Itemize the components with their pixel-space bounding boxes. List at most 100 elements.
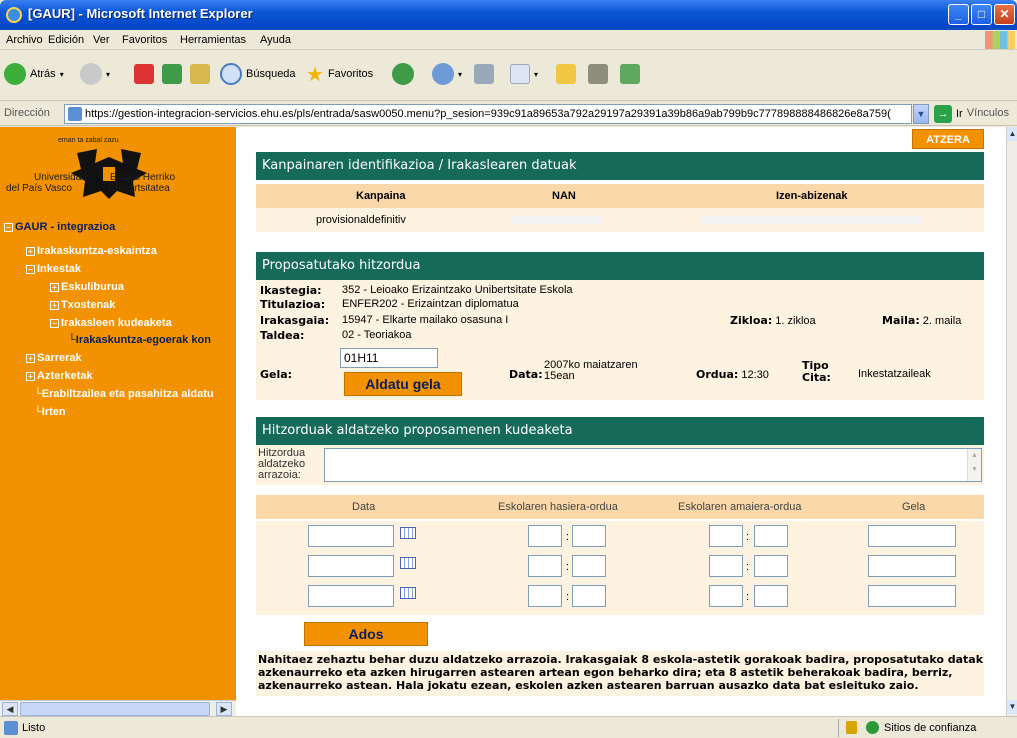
calendar-icon[interactable]	[400, 587, 416, 599]
menu-bar: Archivo Edición Ver Favoritos Herramient…	[0, 30, 1017, 50]
zone-text: Sitios de confianza	[884, 722, 977, 734]
appointment-details: Ikastegia: 352 - Leioako Erizaintzako Un…	[256, 280, 984, 400]
collapse-icon: −	[4, 223, 13, 232]
tree-item-irakaskuntza-eskaintza[interactable]: + Irakaskuntza-eskaintza	[26, 245, 157, 257]
gela-input[interactable]: 01H11	[340, 348, 438, 368]
tree-item-erabiltzailea[interactable]: └Erabiltzailea eta pasahitza aldatu	[34, 388, 214, 400]
address-dropdown[interactable]: ▼	[913, 104, 929, 124]
end-minute-input[interactable]	[754, 555, 788, 577]
section-proposals-header: Hitzorduak aldatzeko proposamenen kudeak…	[256, 417, 984, 445]
reason-textarea[interactable]: ▲ ▼	[324, 448, 982, 482]
end-minute-input[interactable]	[754, 525, 788, 547]
proposal-date-input[interactable]	[308, 525, 394, 547]
ados-button[interactable]: Ados	[304, 622, 428, 646]
refresh-button[interactable]	[162, 62, 182, 86]
toolbar: Atrás ▾ ▾ Búsqueda ★ Favoritos ▾ ▾	[0, 51, 1017, 101]
scroll-down-icon[interactable]: ▼	[1007, 700, 1017, 714]
start-hour-input[interactable]	[528, 525, 562, 547]
folder-button[interactable]	[556, 62, 576, 86]
address-bar: Dirección https://gestion-integracion-se…	[0, 102, 1017, 126]
menu-ver[interactable]: Ver	[93, 34, 110, 46]
tree-item-sarrerak[interactable]: + Sarrerak	[26, 352, 82, 364]
star-icon: ★	[306, 63, 324, 86]
proposal-room-input[interactable]	[868, 525, 956, 547]
left-horizontal-scrollbar[interactable]: ◀ ▶	[0, 700, 236, 716]
scroll-left-icon[interactable]: ◀	[2, 702, 18, 716]
go-button[interactable]: → Ir	[934, 105, 963, 123]
start-hour-input[interactable]	[528, 555, 562, 577]
menu-herramientas[interactable]: Herramientas	[180, 34, 246, 46]
start-minute-input[interactable]	[572, 525, 606, 547]
search-button[interactable]: Búsqueda	[220, 62, 296, 86]
aldatu-gela-button[interactable]: Aldatu gela	[344, 372, 462, 396]
tree-item-irten[interactable]: └Irten	[34, 406, 66, 418]
minimize-button[interactable]: _	[948, 4, 969, 25]
textarea-scrollbar[interactable]: ▲ ▼	[967, 449, 981, 481]
mail-icon	[432, 63, 454, 85]
tree-item-eskuliburua[interactable]: + Eskuliburua	[50, 281, 124, 293]
end-hour-input[interactable]	[709, 555, 743, 577]
messenger-button[interactable]	[620, 62, 640, 86]
proposal-room-input[interactable]	[868, 555, 956, 577]
tree-item-txostenak[interactable]: + Txostenak	[50, 299, 115, 311]
forward-button[interactable]: ▾	[80, 62, 110, 86]
tree-item-irakasleen-kudeaketa[interactable]: − Irakasleen kudeaketa	[50, 317, 172, 329]
scroll-thumb[interactable]	[20, 702, 210, 716]
scroll-right-icon[interactable]: ▶	[216, 702, 232, 716]
research-icon	[588, 64, 608, 84]
status-bar: Listo Sitios de confianza	[0, 716, 1017, 738]
menu-edicion[interactable]: Edición	[48, 34, 84, 46]
back-button[interactable]: Atrás ▾	[4, 62, 64, 86]
end-minute-input[interactable]	[754, 585, 788, 607]
print-button[interactable]	[474, 62, 494, 86]
page-content: eman ta zabal zazu Universidad Euskal He…	[0, 127, 1017, 716]
calendar-icon[interactable]	[400, 527, 416, 539]
home-button[interactable]	[190, 62, 210, 86]
history-button[interactable]	[392, 62, 414, 86]
word-icon	[510, 64, 530, 84]
close-button[interactable]: ✕	[994, 4, 1015, 25]
expand-icon: +	[50, 283, 59, 292]
research-button[interactable]	[588, 62, 608, 86]
address-input[interactable]: https://gestion-integracion-servicios.eh…	[64, 104, 912, 124]
name-redacted	[702, 216, 922, 224]
end-hour-input[interactable]	[709, 525, 743, 547]
proposals-table-header: Data Eskolaren hasiera-ordua Eskolaren a…	[256, 495, 984, 519]
tree-item-inkestak[interactable]: − Inkestak	[26, 263, 81, 275]
menu-archivo[interactable]: Archivo	[6, 34, 43, 46]
edit-button[interactable]: ▾	[510, 62, 538, 86]
tree-item-irakaskuntza-egoerak[interactable]: └Irakaskuntza-egoerak kon	[68, 334, 211, 346]
maximize-button[interactable]: □	[971, 4, 992, 25]
mail-button[interactable]: ▾	[432, 62, 462, 86]
main-vertical-scrollbar[interactable]: ▲ ▼	[1006, 127, 1017, 716]
tree-item-azterketak[interactable]: + Azterketak	[26, 370, 93, 382]
links-label[interactable]: Vínculos	[967, 107, 1009, 119]
favorites-button[interactable]: ★ Favoritos	[306, 62, 373, 86]
calendar-icon[interactable]	[400, 557, 416, 569]
browser-window: [GAUR] - Microsoft Internet Explorer _ □…	[0, 0, 1017, 738]
start-hour-input[interactable]	[528, 585, 562, 607]
start-minute-input[interactable]	[572, 585, 606, 607]
reason-row: Hitzordua aldatzeko arrazoia: ▲ ▼	[256, 445, 984, 485]
go-arrow-icon: →	[934, 105, 952, 123]
menu-favoritos[interactable]: Favoritos	[122, 34, 167, 46]
scroll-up-icon[interactable]: ▲	[1007, 127, 1017, 141]
proposal-room-input[interactable]	[868, 585, 956, 607]
window-title: [GAUR] - Microsoft Internet Explorer	[28, 6, 253, 21]
windows-logo-icon	[985, 31, 1015, 49]
search-icon	[220, 63, 242, 85]
end-hour-input[interactable]	[709, 585, 743, 607]
address-label: Dirección	[4, 107, 50, 119]
atzera-button[interactable]: ATZERA	[912, 129, 984, 149]
collapse-icon: −	[26, 265, 35, 274]
trusted-zone-icon	[866, 721, 879, 734]
expand-icon: +	[50, 301, 59, 310]
status-text: Listo	[22, 722, 46, 734]
tree-item-gaur[interactable]: − GAUR - integrazioa	[4, 221, 115, 233]
menu-ayuda[interactable]: Ayuda	[260, 34, 291, 46]
stop-button[interactable]	[134, 62, 154, 86]
proposal-date-input[interactable]	[308, 585, 394, 607]
proposal-date-input[interactable]	[308, 555, 394, 577]
start-minute-input[interactable]	[572, 555, 606, 577]
title-bar: [GAUR] - Microsoft Internet Explorer _ □…	[0, 0, 1017, 30]
